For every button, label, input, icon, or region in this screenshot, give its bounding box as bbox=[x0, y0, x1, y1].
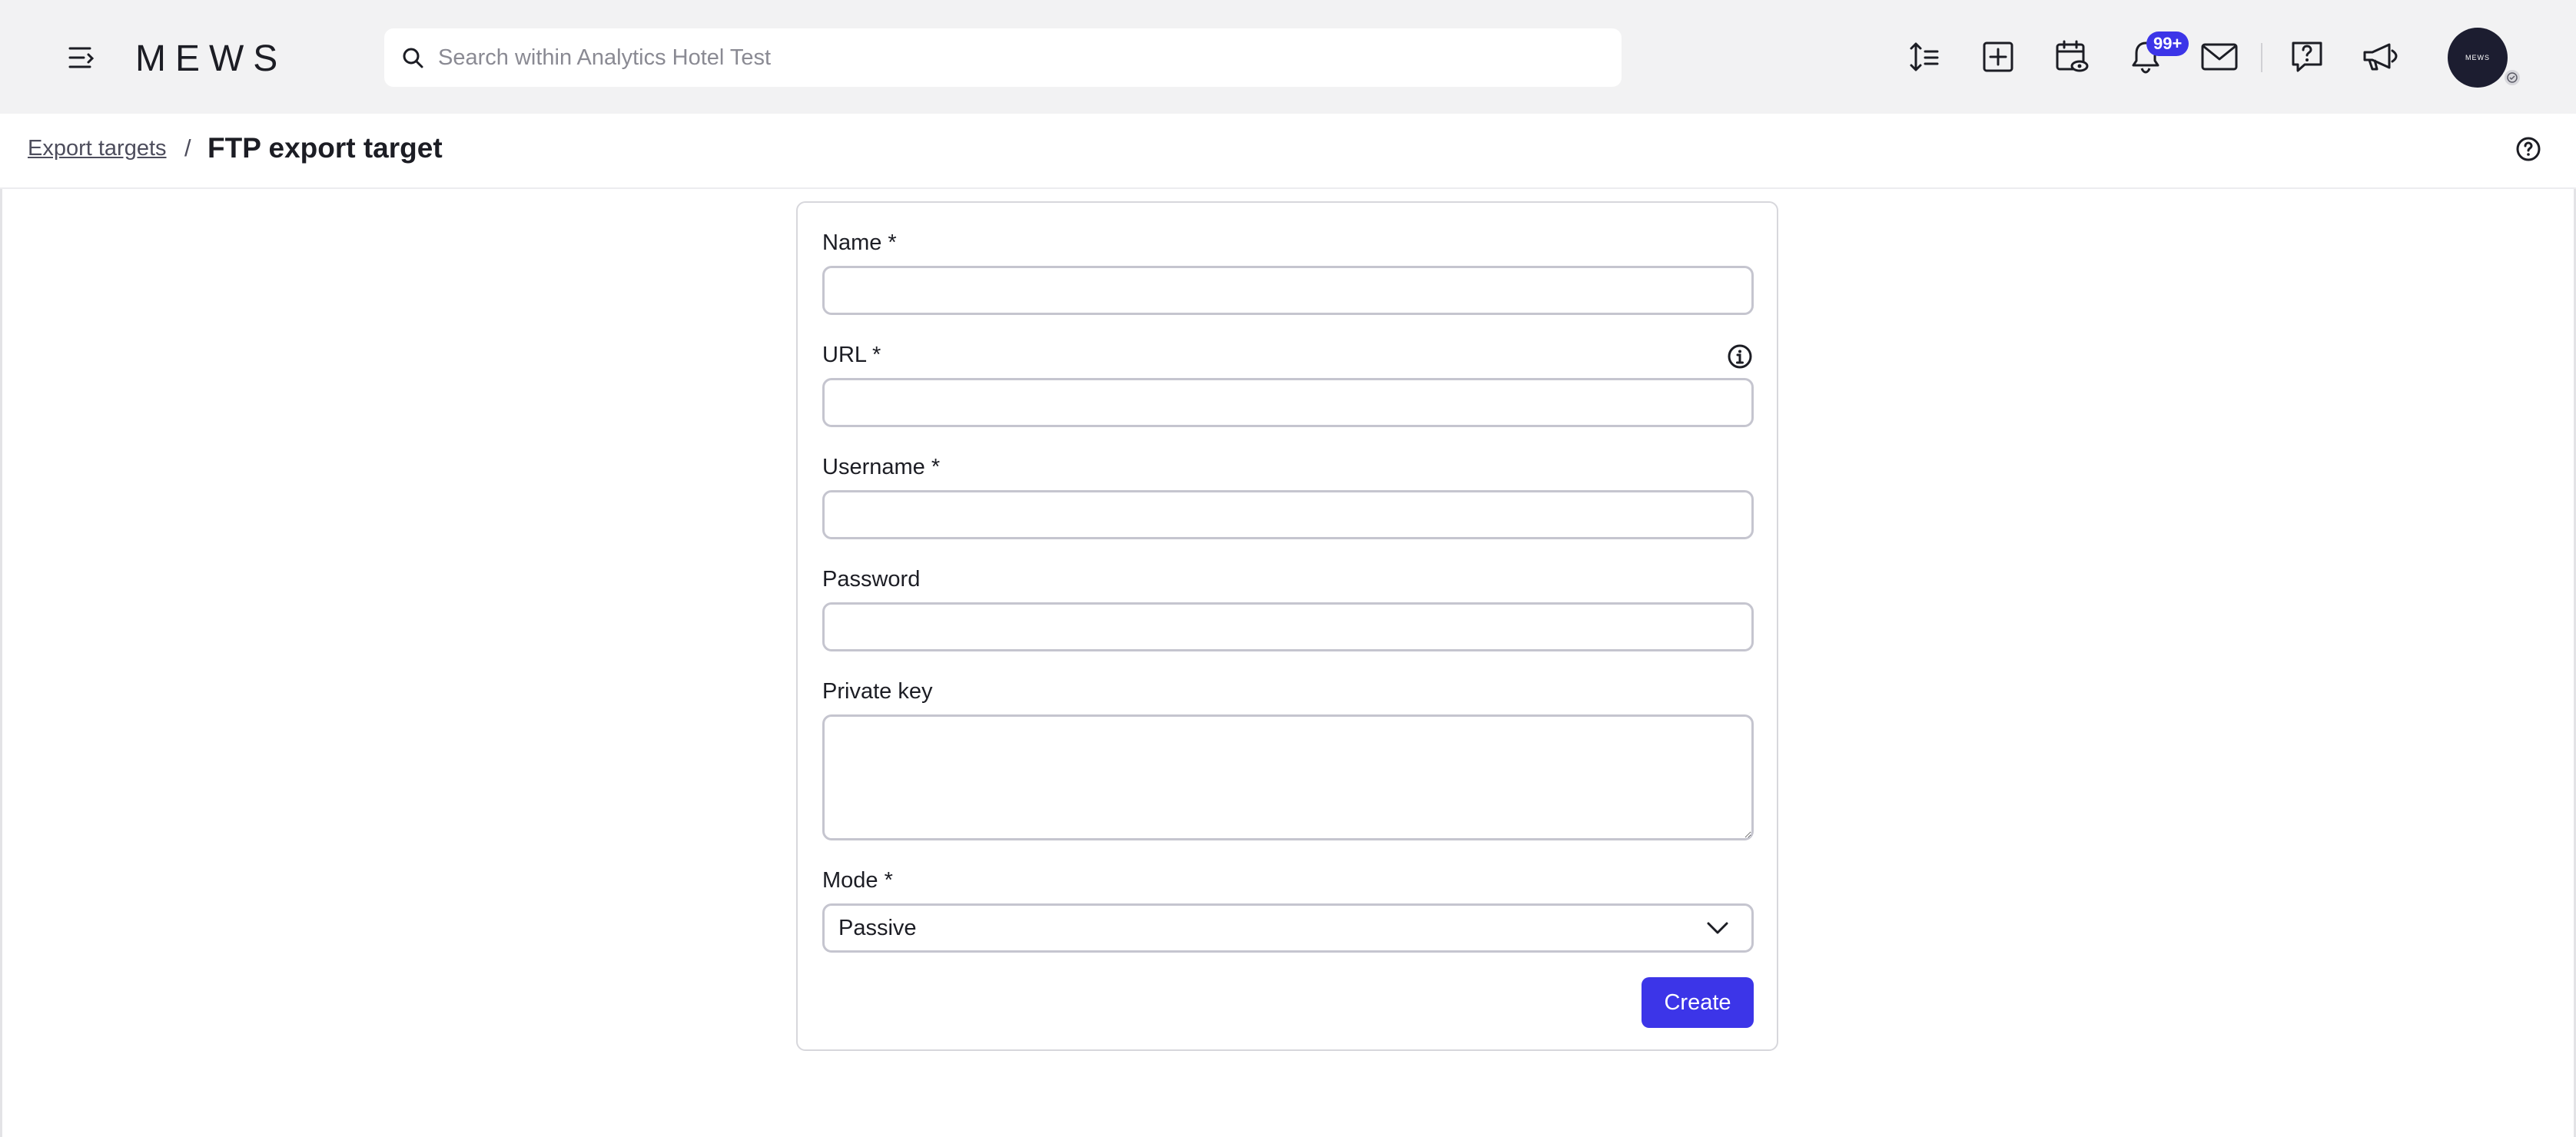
page-title: FTP export target bbox=[207, 132, 443, 164]
search-bar[interactable] bbox=[384, 28, 1622, 87]
mode-label: Mode * bbox=[822, 868, 893, 893]
name-label: Name * bbox=[822, 230, 897, 255]
name-field[interactable] bbox=[822, 266, 1754, 315]
user-avatar[interactable]: MEWS bbox=[2448, 28, 2508, 88]
notification-count-badge: 99+ bbox=[2146, 31, 2189, 56]
search-icon bbox=[398, 43, 427, 72]
breadcrumb-separator: / bbox=[184, 134, 191, 161]
sort-icon[interactable] bbox=[1903, 35, 1946, 78]
svg-text:MEWS: MEWS bbox=[135, 38, 287, 77]
url-label: URL * bbox=[822, 343, 881, 367]
menu-toggle-icon[interactable] bbox=[63, 38, 101, 77]
breadcrumb-link-export-targets[interactable]: Export targets bbox=[28, 136, 167, 161]
mode-selected-value: Passive bbox=[838, 915, 917, 940]
top-bar: MEWS 99+ MEWS bbox=[0, 0, 2576, 114]
megaphone-icon[interactable] bbox=[2359, 35, 2402, 78]
help-icon[interactable] bbox=[2515, 135, 2542, 163]
username-label: Username * bbox=[822, 455, 941, 479]
chevron-down-icon bbox=[1704, 914, 1731, 942]
export-target-form: Name * URL * Username * Password Private… bbox=[796, 201, 1778, 1051]
private-key-label: Private key bbox=[822, 679, 933, 704]
password-field[interactable] bbox=[822, 602, 1754, 651]
mail-icon[interactable] bbox=[2198, 35, 2241, 78]
mews-logo[interactable]: MEWS bbox=[135, 38, 335, 79]
toolbar-divider bbox=[2261, 43, 2262, 72]
create-button[interactable]: Create bbox=[1642, 977, 1754, 1028]
mode-select[interactable]: Passive bbox=[822, 903, 1754, 953]
username-field[interactable] bbox=[822, 490, 1754, 539]
url-field[interactable] bbox=[822, 378, 1754, 427]
private-key-textarea[interactable] bbox=[822, 714, 1754, 840]
password-label: Password bbox=[822, 567, 921, 592]
calendar-view-icon[interactable] bbox=[2050, 35, 2093, 78]
avatar-status-icon bbox=[2502, 68, 2522, 88]
info-icon[interactable] bbox=[1726, 343, 1754, 370]
search-input[interactable] bbox=[438, 45, 1591, 71]
help-chat-icon[interactable] bbox=[2286, 35, 2329, 78]
avatar-logo-text: MEWS bbox=[2465, 54, 2490, 61]
add-icon[interactable] bbox=[1977, 35, 2020, 78]
breadcrumb: Export targets / FTP export target bbox=[0, 114, 2576, 189]
